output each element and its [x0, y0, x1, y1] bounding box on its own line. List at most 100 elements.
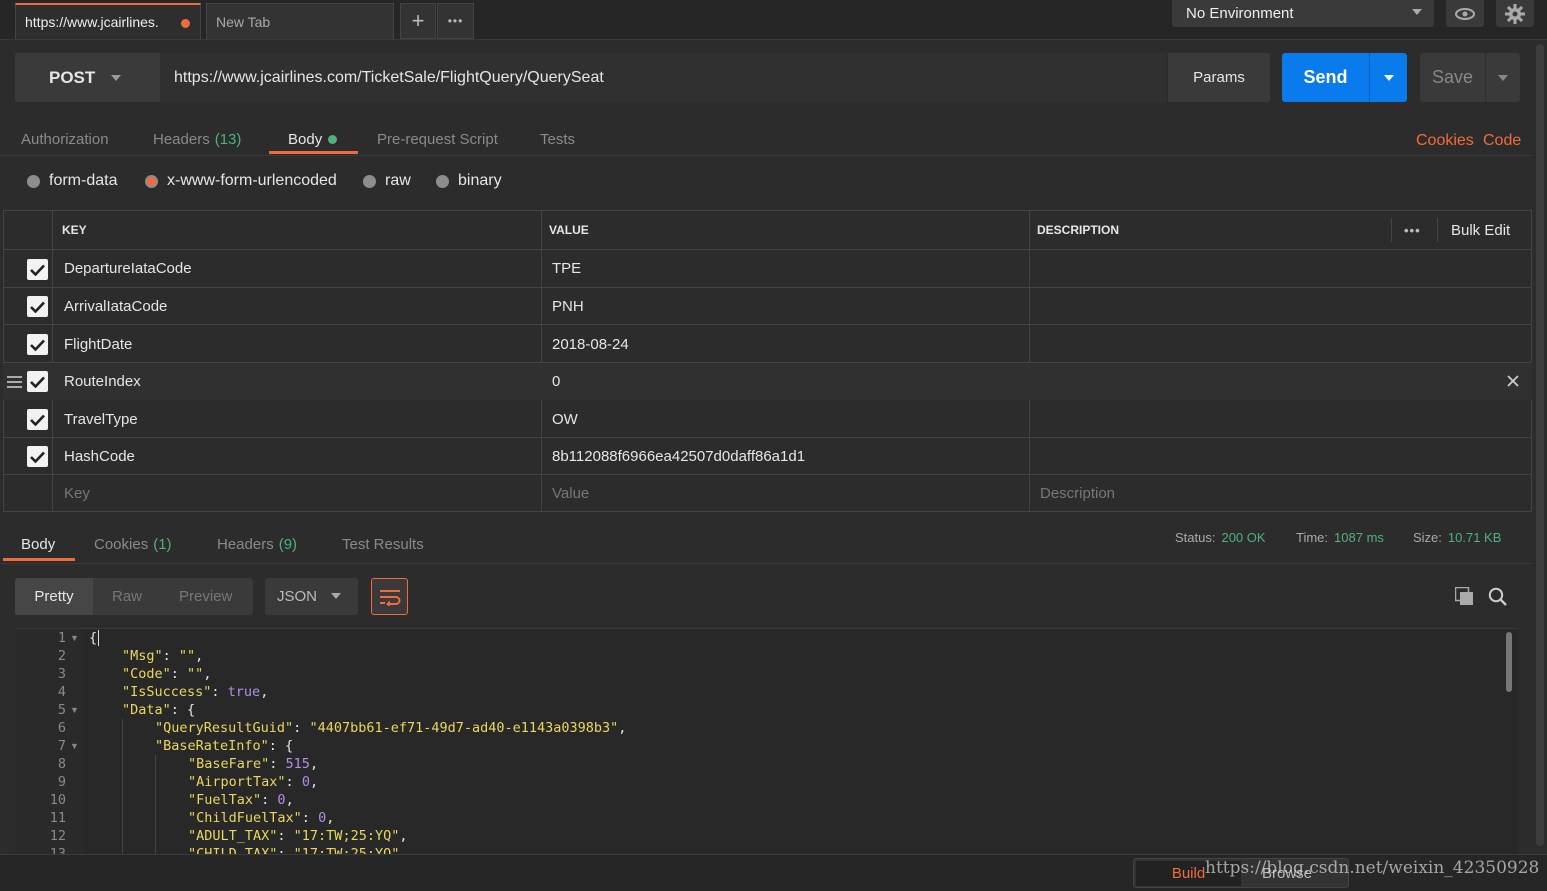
column-header-description: DESCRIPTION [1037, 211, 1119, 249]
bulk-edit-link[interactable]: Bulk Edit [1451, 211, 1510, 249]
tab-jcairlines[interactable]: https://www.jcairlines. [15, 3, 201, 39]
code-token: : { [170, 702, 196, 718]
indent-guide [122, 791, 123, 809]
send-button[interactable]: Send [1282, 53, 1369, 102]
checkmark-icon [30, 414, 45, 426]
row-key[interactable]: DepartureIataCode [64, 250, 192, 287]
code-token: : [269, 756, 286, 772]
indent-guide [122, 737, 123, 755]
row-value[interactable]: OW [552, 401, 578, 438]
column-header-value: VALUE [549, 211, 589, 249]
table-row: DepartureIataCode TPE [3, 250, 1532, 287]
params-button[interactable]: Params [1167, 53, 1270, 102]
delete-row-icon[interactable] [1507, 375, 1519, 387]
url-input[interactable]: https://www.jcairlines.com/TicketSale/Fl… [160, 53, 1167, 102]
radio-binary[interactable]: binary [436, 170, 502, 192]
environment-quick-look-button[interactable] [1446, 0, 1484, 27]
code-token: 0 [301, 774, 310, 790]
copy-icon[interactable] [1454, 586, 1474, 610]
cookies-link[interactable]: Cookies [1416, 126, 1474, 156]
row-value[interactable]: TPE [552, 250, 581, 287]
editor-scrollbar[interactable] [1506, 632, 1512, 692]
fold-arrow-icon[interactable]: ▼ [70, 741, 79, 751]
view-pretty-button[interactable]: Pretty [15, 578, 93, 615]
window-scrollbar[interactable] [1536, 44, 1544, 846]
response-tab-test-results[interactable]: Test Results [342, 532, 424, 556]
code-token: "" [187, 666, 204, 682]
tab-authorization[interactable]: Authorization [21, 124, 109, 154]
format-select[interactable]: JSON [265, 578, 358, 615]
plus-icon: + [411, 8, 425, 33]
code-line: "BaseRateInfo": { [155, 737, 293, 755]
save-options-button[interactable] [1485, 53, 1520, 102]
row-key[interactable]: ArrivalIataCode [64, 288, 167, 325]
search-icon[interactable] [1488, 587, 1507, 610]
table-options-button[interactable]: ••• [1404, 211, 1421, 249]
view-preview-button[interactable]: Preview [179, 578, 232, 615]
response-tab-headers[interactable]: Headers (9) [217, 532, 297, 556]
line-number: 5 [57, 702, 66, 718]
code-token: , [326, 810, 335, 826]
radio-raw[interactable]: raw [363, 170, 411, 192]
row-checkbox[interactable] [27, 334, 48, 355]
code-link[interactable]: Code [1483, 126, 1521, 156]
response-tab-cookies[interactable]: Cookies (1) [94, 532, 172, 556]
send-options-button[interactable] [1369, 53, 1407, 102]
code-token: , [618, 720, 627, 736]
tab-new-tab[interactable]: New Tab [206, 3, 394, 39]
tab-options-button[interactable]: ••• [437, 3, 474, 39]
row-value[interactable]: 0 [552, 363, 560, 400]
radio-circle-icon [436, 174, 449, 188]
fold-arrow-icon[interactable]: ▼ [70, 705, 79, 715]
code-line: "FuelTax": 0, [188, 791, 294, 809]
radio-x-www-form-urlencoded[interactable]: x-www-form-urlencoded [145, 170, 337, 192]
indent-guide [155, 791, 156, 809]
add-tab-button[interactable]: + [400, 3, 436, 39]
tab-pre-request-script[interactable]: Pre-request Script [377, 124, 498, 154]
row-checkbox[interactable] [27, 296, 48, 317]
column-header-key: KEY [62, 211, 87, 249]
tab-body[interactable]: Body [288, 124, 338, 154]
code-token: 0 [318, 810, 327, 826]
row-value[interactable]: 8b112088f6966ea42507d0daff86a1d1 [552, 438, 805, 475]
cookies-link-label: Cookies [1416, 132, 1474, 149]
row-key[interactable]: FlightDate [64, 326, 132, 363]
wrap-lines-button[interactable] [371, 578, 408, 615]
code-link-label: Code [1483, 132, 1522, 149]
radio-label: form-data [49, 172, 118, 189]
tab-label: Body [288, 130, 323, 148]
row-checkbox[interactable] [27, 259, 48, 280]
radio-form-data[interactable]: form-data [27, 170, 117, 192]
code-token: : [285, 774, 302, 790]
new-key-input[interactable]: Key [64, 475, 90, 512]
row-key[interactable]: HashCode [64, 438, 135, 475]
checkmark-icon [30, 301, 45, 313]
indent-guide [155, 809, 156, 827]
save-button[interactable]: Save [1420, 53, 1485, 102]
code-token: "CHILD_TAX" [188, 846, 278, 854]
new-value-input[interactable]: Value [552, 475, 589, 512]
indent-guide [155, 845, 156, 854]
tab-tests[interactable]: Tests [540, 124, 575, 154]
row-key[interactable]: RouteIndex [64, 363, 141, 400]
time-label: Time: [1296, 530, 1329, 545]
view-raw-button[interactable]: Raw [112, 578, 142, 615]
row-value[interactable]: PNH [552, 288, 584, 325]
watermark: https://blog.csdn.net/weixin_42350928 [1205, 858, 1540, 878]
row-checkbox[interactable] [27, 446, 48, 467]
row-checkbox[interactable] [27, 371, 48, 392]
indent-guide [122, 755, 123, 773]
row-key[interactable]: TravelType [64, 401, 138, 438]
response-tab-body[interactable]: Body [21, 532, 55, 556]
drag-handle-icon[interactable] [7, 376, 22, 388]
method-select[interactable]: POST [15, 53, 160, 102]
row-checkbox[interactable] [27, 409, 48, 430]
fold-arrow-icon[interactable]: ▼ [70, 633, 79, 643]
environment-select[interactable]: No Environment [1172, 0, 1434, 27]
row-value[interactable]: 2018-08-24 [552, 326, 629, 363]
new-description-input[interactable]: Description [1040, 475, 1115, 512]
table-row: HashCode 8b112088f6966ea42507d0daff86a1d… [3, 438, 1532, 475]
code-token: : [170, 666, 188, 682]
manage-environments-button[interactable] [1496, 0, 1534, 27]
tab-headers[interactable]: Headers (13) [153, 124, 241, 154]
